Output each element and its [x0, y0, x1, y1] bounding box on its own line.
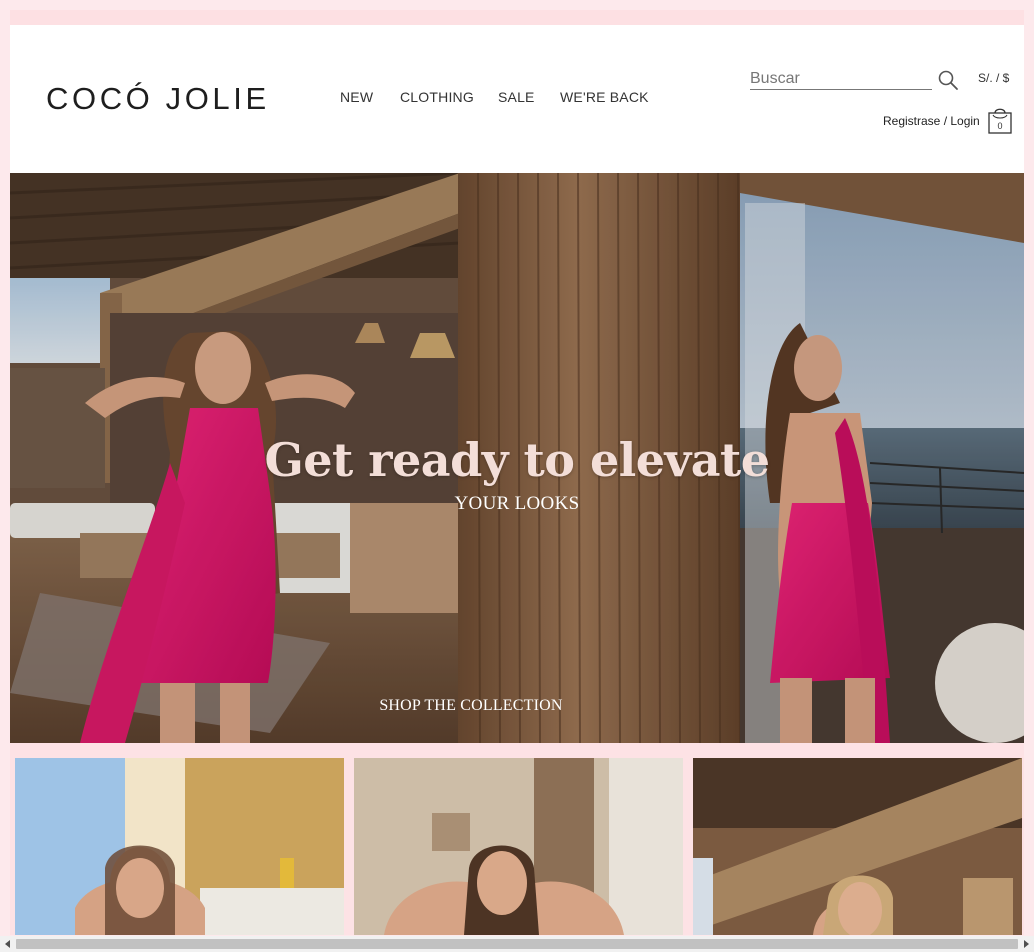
- scrollbar-thumb[interactable]: [16, 939, 1018, 949]
- hero-banner: Get ready to elevate YOUR LOOKS SHOP THE…: [10, 173, 1024, 743]
- site-header: COCÓ JOLIE NEW CLOTHING SALE WE'RE BACK …: [10, 25, 1024, 173]
- product-image: [693, 758, 1022, 935]
- nav-item-were-back[interactable]: WE'RE BACK: [560, 89, 649, 105]
- nav-item-sale[interactable]: SALE: [498, 89, 535, 105]
- nav-item-clothing[interactable]: CLOTHING: [400, 89, 474, 105]
- top-strip: [10, 10, 1024, 25]
- scroll-left-arrow-icon[interactable]: [4, 940, 12, 948]
- brand-logo[interactable]: COCÓ JOLIE: [46, 81, 270, 117]
- horizontal-scrollbar[interactable]: [0, 936, 1034, 952]
- product-image: [354, 758, 683, 935]
- hero-title: Get ready to elevate: [264, 433, 770, 487]
- product-tile[interactable]: [354, 758, 683, 935]
- search-input[interactable]: [750, 68, 932, 90]
- nav-item-new[interactable]: NEW: [340, 89, 373, 105]
- search-icon[interactable]: [937, 69, 959, 91]
- product-tile[interactable]: [693, 758, 1022, 935]
- currency-switcher[interactable]: S/. / $: [978, 71, 1009, 85]
- product-tile[interactable]: [15, 758, 344, 935]
- hero-subtitle: YOUR LOOKS: [454, 493, 580, 514]
- shop-collection-link[interactable]: SHOP THE COLLECTION: [310, 697, 632, 715]
- scroll-right-arrow-icon[interactable]: [1022, 940, 1030, 948]
- product-tiles: [10, 758, 1024, 935]
- cart-count: 0: [997, 121, 1003, 131]
- product-image: [15, 758, 344, 935]
- cart-button[interactable]: 0: [987, 105, 1013, 135]
- page: COCÓ JOLIE NEW CLOTHING SALE WE'RE BACK …: [10, 10, 1024, 935]
- login-link[interactable]: Registrase / Login: [883, 114, 980, 128]
